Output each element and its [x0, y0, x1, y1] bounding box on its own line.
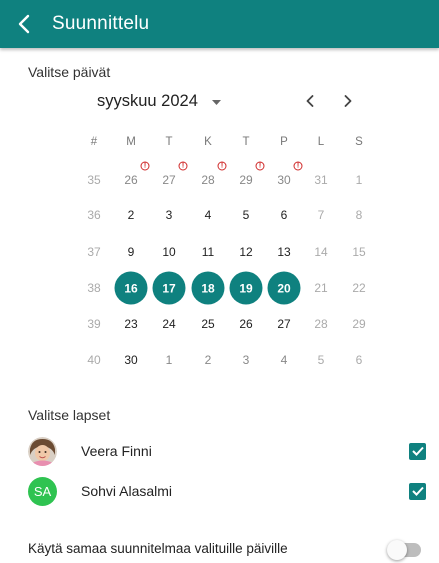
calendar-day[interactable]: 10	[152, 235, 186, 269]
avatar-initials: SA	[33, 483, 52, 499]
week-number: 36	[87, 208, 101, 222]
weekday-header: M	[126, 136, 136, 148]
calendar-day[interactable]: 3	[152, 198, 186, 232]
calendar-grid: # M T K T P L S 35 26! 27! 28! 29! 30! 31 1 36 2 3 4 5 6 7 8 37 9…	[0, 0, 439, 400]
week-number-header: #	[90, 136, 98, 148]
child-name: Veera Finni	[81, 443, 152, 459]
calendar-day[interactable]: 12	[229, 235, 263, 269]
calendar-day[interactable]: 30	[114, 343, 148, 377]
calendar-day-selected[interactable]: 19	[229, 271, 263, 305]
warning-circle-icon: !	[293, 161, 303, 171]
calendar-day-selected[interactable]: 20	[267, 271, 301, 305]
calendar-day[interactable]: 7	[304, 198, 338, 232]
calendar-day[interactable]: 6	[267, 198, 301, 232]
calendar-day[interactable]: 4	[267, 343, 301, 377]
child-checkbox[interactable]	[409, 442, 426, 460]
check-icon	[411, 486, 424, 496]
calendar-day[interactable]: 2	[191, 343, 225, 377]
calendar-day-selected[interactable]: 18	[191, 271, 225, 305]
calendar-day[interactable]: 1	[152, 343, 186, 377]
calendar-day[interactable]: 14	[304, 235, 338, 269]
week-number: 39	[87, 317, 101, 331]
calendar-day[interactable]: 4	[191, 198, 225, 232]
child-name: Sohvi Alasalmi	[81, 483, 173, 499]
week-number: 37	[87, 245, 101, 259]
weekday-header: S	[355, 136, 363, 148]
calendar-day[interactable]: 5	[304, 343, 338, 377]
check-icon	[411, 446, 424, 456]
warning-circle-icon: !	[255, 161, 265, 171]
calendar-day[interactable]: 26	[229, 307, 263, 341]
calendar-day[interactable]: 6	[342, 343, 376, 377]
weekday-header: K	[204, 136, 212, 148]
calendar-day[interactable]: 27	[267, 307, 301, 341]
same-plan-toggle[interactable]	[387, 540, 421, 560]
calendar-day[interactable]: 22	[342, 271, 376, 305]
calendar-day[interactable]: 31	[304, 163, 338, 197]
week-number: 40	[87, 353, 101, 367]
weekday-header: T	[165, 136, 173, 148]
calendar-day[interactable]: 3	[229, 343, 263, 377]
warning-circle-icon: !	[217, 161, 227, 171]
child-checkbox[interactable]	[409, 482, 426, 500]
warning-circle-icon: !	[178, 161, 188, 171]
calendar-day[interactable]: 29	[342, 307, 376, 341]
weekday-header: P	[280, 136, 288, 148]
toggle-knob	[387, 540, 407, 560]
child-row[interactable]: Veera Finni	[28, 435, 428, 467]
calendar-day[interactable]: 13	[267, 235, 301, 269]
calendar-day[interactable]: 1	[342, 163, 376, 197]
calendar-day-selected[interactable]: 16	[114, 271, 148, 305]
calendar-day[interactable]: 28	[304, 307, 338, 341]
calendar-day-selected[interactable]: 17	[152, 271, 186, 305]
weekday-header: T	[242, 136, 250, 148]
calendar-day[interactable]: 11	[191, 235, 225, 269]
calendar-day[interactable]: 8	[342, 198, 376, 232]
child-row[interactable]: SA Sohvi Alasalmi	[28, 475, 428, 507]
child-photo-icon	[28, 436, 57, 466]
same-plan-label: Käytä samaa suunnitelmaa valituille päiv…	[28, 541, 288, 556]
calendar-day[interactable]: 24	[152, 307, 186, 341]
calendar-day[interactable]: 2	[114, 198, 148, 232]
calendar-day[interactable]: 21	[304, 271, 338, 305]
avatar: SA	[28, 476, 57, 506]
calendar-day[interactable]: 5	[229, 198, 263, 232]
calendar-day[interactable]: 23	[114, 307, 148, 341]
calendar-day[interactable]: 15	[342, 235, 376, 269]
children-section-label: Valitse lapset	[28, 407, 111, 423]
calendar-day[interactable]: 9	[114, 235, 148, 269]
warning-circle-icon: !	[140, 161, 150, 171]
calendar-day[interactable]: 25	[191, 307, 225, 341]
weekday-header: L	[317, 136, 325, 148]
week-number: 38	[87, 281, 101, 295]
avatar	[28, 436, 57, 466]
week-number: 35	[87, 173, 101, 187]
